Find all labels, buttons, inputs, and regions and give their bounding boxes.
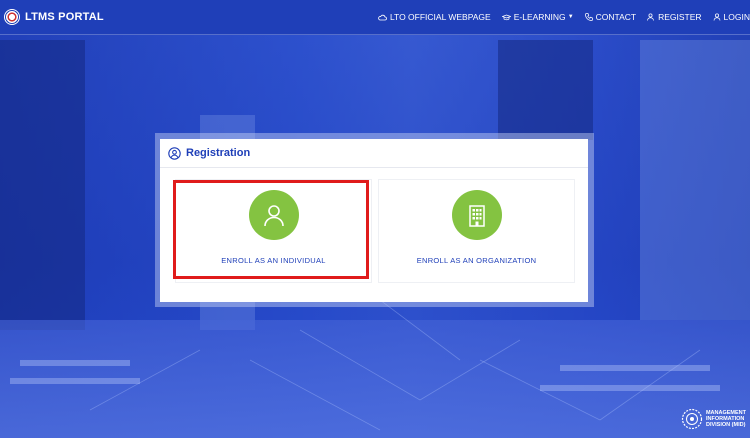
enroll-individual-label: ENROLL AS AN INDIVIDUAL (221, 256, 326, 265)
chevron-down-icon: ▼ (567, 14, 574, 20)
nav-register[interactable]: REGISTER (647, 12, 702, 22)
top-navbar: LTMS PORTAL LTO OFFICIAL WEBPAGE E-LEARN… (0, 0, 750, 35)
individual-circle (248, 190, 299, 240)
phone-icon (584, 13, 593, 21)
graduation-cap-icon (501, 14, 511, 20)
mid-text: MANAGEMENT INFORMATION DIVISION (MID) (705, 410, 746, 428)
mid-seal-icon (681, 408, 703, 430)
nav-contact[interactable]: CONTACT (584, 12, 637, 22)
user-icon (713, 13, 720, 21)
brand-name: LTMS PORTAL (25, 11, 104, 23)
nav-label: CONTACT (595, 12, 637, 22)
registration-card: Registration ENROLL AS AN INDIVIDUAL ENR… (160, 139, 588, 302)
card-title: Registration (186, 147, 251, 159)
cloud-icon (378, 14, 387, 20)
organization-circle (451, 190, 502, 240)
building-icon (468, 205, 485, 227)
card-header: Registration (160, 139, 588, 168)
nav-e-learning[interactable]: E-LEARNING ▼ (501, 12, 574, 22)
user-circle-icon (168, 146, 181, 160)
nav-menu: LTO OFFICIAL WEBPAGE E-LEARNING ▼ CONTAC… (367, 12, 750, 22)
person-icon (263, 205, 284, 227)
enroll-individual-option[interactable]: ENROLL AS AN INDIVIDUAL (175, 179, 372, 283)
nav-label: LOGIN (723, 12, 750, 22)
nav-lto-official-webpage[interactable]: LTO OFFICIAL WEBPAGE (378, 12, 491, 22)
page: LTMS PORTAL LTO OFFICIAL WEBPAGE E-LEARN… (0, 0, 750, 438)
nav-label: LTO OFFICIAL WEBPAGE (389, 12, 491, 22)
user-plus-icon (647, 13, 654, 21)
nav-label: E-LEARNING (513, 12, 566, 22)
nav-label: REGISTER (658, 12, 702, 22)
mid-logo: MANAGEMENT INFORMATION DIVISION (MID) (681, 408, 746, 430)
enroll-organization-label: ENROLL AS AN ORGANIZATION (416, 256, 537, 265)
enroll-organization-option[interactable]: ENROLL AS AN ORGANIZATION (378, 179, 575, 283)
brand[interactable]: LTMS PORTAL (4, 9, 104, 25)
nav-login[interactable]: LOGIN (713, 12, 750, 22)
lto-seal-icon (4, 9, 20, 25)
